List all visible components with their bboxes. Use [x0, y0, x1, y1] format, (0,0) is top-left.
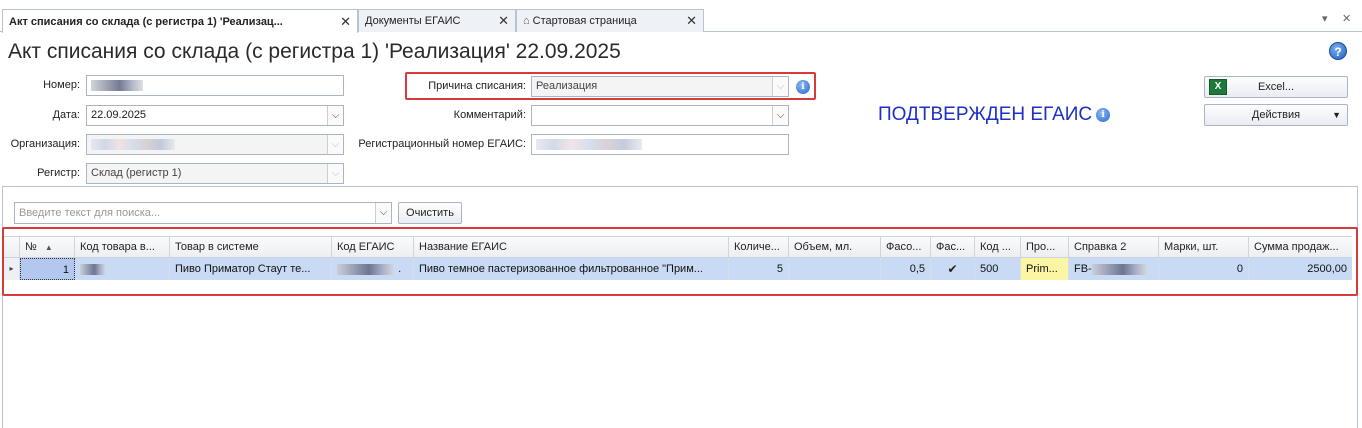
tab-start-page[interactable]: ⌂ Стартовая страница ✕: [516, 9, 704, 32]
egais-reg-label: Регистрационный номер ЕГАИС:: [358, 138, 526, 150]
page-title: Акт списания со склада (с регистра 1) 'Р…: [8, 40, 621, 63]
chevron-down-icon: ⌵: [772, 77, 788, 96]
organization-field: ⌵: [86, 134, 344, 155]
comment-label: Комментарий:: [453, 109, 526, 121]
comment-field[interactable]: ⌵: [531, 105, 789, 126]
egais-reg-field[interactable]: [531, 134, 789, 155]
cell-sales-sum[interactable]: 2500,00: [1249, 258, 1352, 280]
tab-egais-documents[interactable]: Документы ЕГАИС ✕: [358, 9, 516, 32]
excel-button[interactable]: X Excel...: [1204, 76, 1348, 98]
table-header: № ▲ Код товара в... Товар в системе Код Е…: [4, 236, 1352, 258]
number-field[interactable]: [86, 75, 344, 96]
date-label: Дата:: [52, 109, 80, 121]
chevron-down-icon: ⌵: [327, 135, 343, 154]
tab-label: Документы ЕГАИС: [365, 15, 461, 27]
row-pointer-icon: ▸: [4, 258, 20, 280]
help-icon[interactable]: ?: [1329, 42, 1347, 60]
search-input[interactable]: Введите текст для поиска... ⌵: [14, 202, 392, 224]
cell-producer[interactable]: Prim...: [1021, 258, 1069, 280]
column-header[interactable]: Фас...: [931, 237, 975, 258]
chevron-down-icon[interactable]: ⌵: [375, 203, 391, 223]
checkmark-icon[interactable]: ✔: [947, 258, 957, 280]
chevron-down-icon[interactable]: ⌵: [327, 106, 343, 125]
home-icon: ⌂: [523, 15, 530, 27]
search-placeholder: Введите текст для поиска...: [19, 207, 161, 219]
column-header[interactable]: Фасо...: [881, 237, 931, 258]
column-header[interactable]: Справка 2: [1069, 237, 1159, 258]
cell-product[interactable]: Пиво Приматор Стаут те...: [170, 258, 332, 280]
row-marker-header: [4, 237, 20, 258]
excel-button-label: Excel...: [1257, 81, 1295, 93]
status-badge: ПОДТВЕРЖДЕН ЕГАИС i: [878, 104, 1111, 126]
register-field: Склад (регистр 1) ⌵: [86, 163, 344, 184]
close-icon[interactable]: ✕: [686, 13, 697, 29]
info-icon[interactable]: i: [1096, 108, 1111, 122]
column-header[interactable]: № ▲: [20, 237, 75, 258]
chevron-down-icon[interactable]: ⌵: [772, 106, 788, 125]
redacted-value: [91, 79, 143, 91]
excel-icon: X: [1209, 79, 1227, 95]
tab-label: Акт списания со склада (с регистра 1) 'Р…: [9, 15, 283, 28]
actions-button-label: Действия: [1251, 109, 1301, 121]
sort-asc-icon: ▲: [44, 243, 53, 252]
column-header[interactable]: Название ЕГАИС: [414, 237, 729, 258]
cell-number[interactable]: 1: [20, 258, 75, 280]
reason-field: Реализация ⌵: [531, 76, 789, 97]
redacted-value: [337, 263, 395, 275]
cell-volume[interactable]: [789, 258, 881, 280]
date-field[interactable]: 22.09.2025 ⌵: [86, 105, 344, 126]
chevron-down-icon: ⌵: [327, 164, 343, 183]
cell-packing[interactable]: 0,5: [881, 258, 931, 280]
clear-button[interactable]: Очистить: [398, 202, 462, 224]
window-close-icon[interactable]: ✕: [1342, 12, 1351, 25]
column-header[interactable]: Сумма продаж...: [1249, 237, 1352, 258]
column-header[interactable]: Количе...: [729, 237, 789, 258]
redacted-value: [91, 138, 175, 150]
egais-code-suffix: .: [398, 263, 402, 275]
column-header[interactable]: Объем, мл.: [789, 237, 881, 258]
column-label: №: [25, 241, 37, 253]
cell-product-code[interactable]: [75, 258, 170, 280]
info-icon[interactable]: i: [796, 80, 810, 94]
column-header[interactable]: Про...: [1021, 237, 1069, 258]
organization-label: Организация:: [10, 138, 80, 150]
register-value: Склад (регистр 1): [91, 167, 182, 179]
status-text: ПОДТВЕРЖДЕН ЕГАИС: [878, 104, 1093, 125]
tab-menu-icon[interactable]: ▾: [1322, 12, 1328, 25]
cell-quantity[interactable]: 5: [729, 258, 789, 280]
column-header[interactable]: Марки, шт.: [1159, 237, 1249, 258]
cell-egais-code[interactable]: .: [332, 258, 414, 280]
redacted-value: [536, 138, 642, 150]
column-header[interactable]: Код товара в...: [75, 237, 170, 258]
certificate-prefix: FB-: [1074, 263, 1092, 275]
column-header[interactable]: Товар в системе: [170, 237, 332, 258]
actions-button[interactable]: Действия ▼: [1204, 104, 1348, 126]
cell-egais-name[interactable]: Пиво темное пастеризованное фильтрованно…: [414, 258, 729, 280]
column-header[interactable]: Код ЕГАИС: [332, 237, 414, 258]
redacted-value: [80, 263, 106, 275]
register-label: Регистр:: [37, 167, 80, 179]
number-label: Номер:: [43, 79, 80, 91]
table-row[interactable]: ▸ 1 Пиво Приматор Стаут те... . Пиво тем…: [4, 258, 1352, 280]
close-icon[interactable]: ✕: [498, 13, 509, 29]
cell-marks[interactable]: 0: [1159, 258, 1249, 280]
cell-certificate-2[interactable]: FB-: [1069, 258, 1159, 280]
date-value: 22.09.2025: [91, 109, 147, 121]
tab-bar: Акт списания со склада (с регистра 1) 'Р…: [0, 8, 1362, 33]
cell-code[interactable]: 500: [975, 258, 1021, 280]
redacted-value: [1091, 263, 1148, 275]
cell-packed[interactable]: ✔: [931, 258, 975, 280]
reason-label: Причина списания:: [428, 80, 526, 92]
column-header[interactable]: Код ...: [975, 237, 1021, 258]
caret-down-icon: ▼: [1332, 110, 1341, 120]
reason-value: Реализация: [536, 80, 598, 92]
tab-label: Стартовая страница: [532, 15, 637, 27]
tab-write-off-act[interactable]: Акт списания со склада (с регистра 1) 'Р…: [2, 9, 358, 33]
close-icon[interactable]: ✕: [340, 14, 351, 30]
